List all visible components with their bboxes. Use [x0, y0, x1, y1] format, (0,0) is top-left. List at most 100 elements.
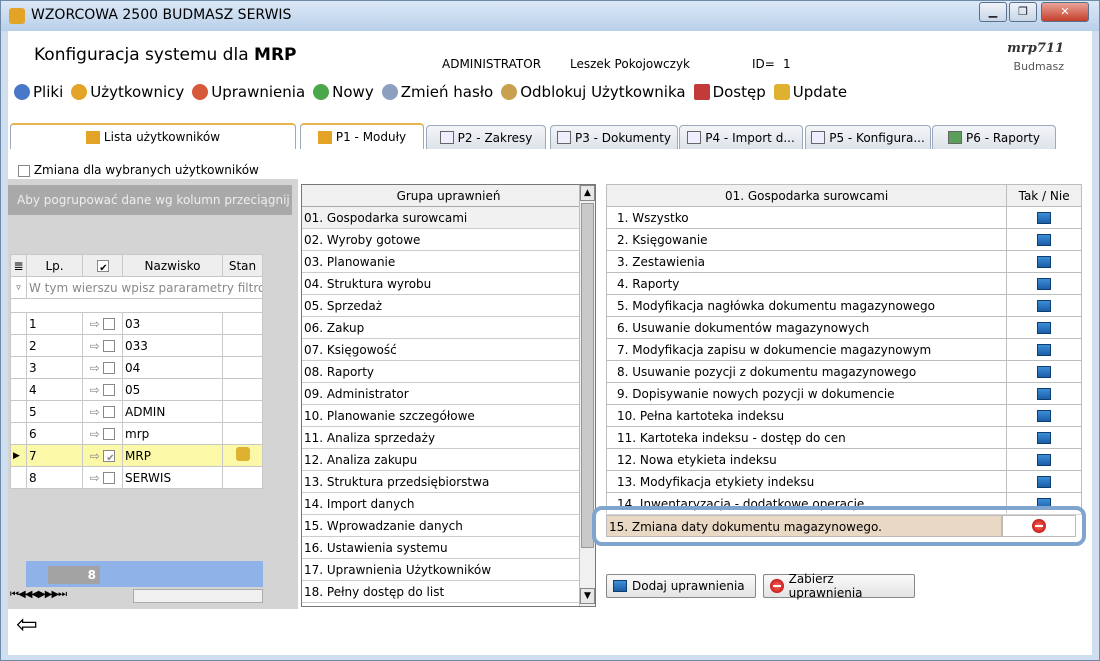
- row-checkbox[interactable]: [103, 428, 116, 440]
- maximize-button[interactable]: ❐: [1009, 2, 1037, 22]
- tab-p6-reports[interactable]: P6 - Raporty: [932, 125, 1056, 149]
- add-permissions-button[interactable]: Dodaj uprawnienia: [606, 574, 756, 598]
- table-row[interactable]: 4 ⇨ 05: [10, 378, 263, 401]
- back-arrow-icon[interactable]: ⇦: [16, 612, 46, 639]
- row-checkbox[interactable]: [103, 384, 116, 396]
- permission-row[interactable]: 13. Modyfikacja etykiety indeksu: [605, 470, 1082, 493]
- row-check[interactable]: ⇨: [82, 444, 123, 467]
- col-header-check[interactable]: [82, 254, 123, 277]
- tab-p4-import[interactable]: P4 - Import d...: [679, 125, 803, 149]
- row-checkbox[interactable]: [103, 472, 116, 484]
- table-row[interactable]: 3 ⇨ 04: [10, 356, 263, 379]
- row-check[interactable]: ⇨: [82, 422, 123, 445]
- tab-p1-modules[interactable]: P1 - Moduły: [300, 123, 424, 149]
- tab-p5-config[interactable]: P5 - Konfigura...: [805, 125, 931, 149]
- row-check[interactable]: ⇨: [82, 466, 123, 489]
- table-row-selected[interactable]: ▶7⇨ MRP: [10, 444, 263, 467]
- tab-user-list[interactable]: Lista użytkowników: [10, 123, 296, 149]
- select-all-checkbox[interactable]: [96, 260, 109, 272]
- group-item[interactable]: 09. Administrator: [302, 383, 595, 405]
- group-item[interactable]: 03. Planowanie: [302, 251, 595, 273]
- group-item[interactable]: 18. Pełny dostęp do list: [302, 581, 595, 603]
- permission-flag[interactable]: [1006, 250, 1082, 273]
- minimize-button[interactable]: ▁: [979, 2, 1007, 22]
- permission-row[interactable]: 5. Modyfikacja nagłówka dokumentu magazy…: [605, 294, 1082, 317]
- permission-flag[interactable]: [1006, 382, 1082, 405]
- menu-uzytkownicy[interactable]: Użytkownicy: [69, 81, 186, 103]
- group-item[interactable]: 13. Struktura przedsiębiorstwa: [302, 471, 595, 493]
- group-item[interactable]: 16. Ustawienia systemu: [302, 537, 595, 559]
- permission-row[interactable]: 4. Raporty: [605, 272, 1082, 295]
- table-row[interactable]: 2 ⇨ 033: [10, 334, 263, 357]
- menu-uprawnienia[interactable]: Uprawnienia: [190, 81, 307, 103]
- group-item[interactable]: 15. Wprowadzanie danych: [302, 515, 595, 537]
- group-item[interactable]: 04. Struktura wyrobu: [302, 273, 595, 295]
- col-header-lp[interactable]: Lp.: [26, 254, 83, 277]
- row-check[interactable]: ⇨: [82, 400, 123, 423]
- col-header-name[interactable]: Nazwisko: [122, 254, 223, 277]
- permission-flag[interactable]: [1006, 206, 1082, 229]
- scroll-up-icon[interactable]: ▲: [580, 185, 595, 201]
- remove-permissions-button[interactable]: Zabierz uprawnienia: [763, 572, 915, 600]
- group-item[interactable]: 08. Raporty: [302, 361, 595, 383]
- menu-dostep[interactable]: Dostęp: [692, 81, 768, 103]
- row-check[interactable]: ⇨: [82, 356, 123, 379]
- permission-row[interactable]: 7. Modyfikacja zapisu w dokumencie magaz…: [605, 338, 1082, 361]
- permission-flag[interactable]: [1006, 272, 1082, 295]
- menu-update[interactable]: Update: [772, 81, 849, 103]
- tab-p3-documents[interactable]: P3 - Dokumenty: [550, 125, 678, 149]
- group-item[interactable]: 01. Gospodarka surowcami: [302, 207, 595, 229]
- permission-row-highlighted[interactable]: 15. Zmiana daty dokumentu magazynowego.: [606, 515, 1082, 537]
- permission-flag[interactable]: [1006, 316, 1082, 339]
- permission-flag[interactable]: [1006, 294, 1082, 317]
- permission-flag[interactable]: [1006, 338, 1082, 361]
- permission-flag[interactable]: [1006, 360, 1082, 383]
- table-row[interactable]: 6 ⇨ mrp: [10, 422, 263, 445]
- permission-flag[interactable]: [1006, 470, 1082, 493]
- scroll-thumb[interactable]: [581, 203, 594, 548]
- row-checkbox[interactable]: [103, 362, 116, 374]
- permission-flag[interactable]: [1006, 426, 1082, 449]
- group-item[interactable]: 14. Import danych: [302, 493, 595, 515]
- group-item[interactable]: 05. Sprzedaż: [302, 295, 595, 317]
- permission-row[interactable]: 12. Nowa etykieta indeksu: [605, 448, 1082, 471]
- menu-pliki[interactable]: Pliki: [12, 81, 65, 103]
- row-check[interactable]: ⇨: [82, 378, 123, 401]
- col-header-state[interactable]: Stan: [222, 254, 263, 277]
- permission-row[interactable]: 9. Dopisywanie nowych pozycji w dokumenc…: [605, 382, 1082, 405]
- permission-row[interactable]: 8. Usuwanie pozycji z dokumentu magazyno…: [605, 360, 1082, 383]
- scroll-down-icon[interactable]: ▼: [580, 588, 595, 604]
- close-button[interactable]: ✕: [1041, 2, 1089, 22]
- row-checkbox[interactable]: [103, 406, 116, 418]
- horizontal-scrollbar[interactable]: [133, 589, 263, 603]
- row-check[interactable]: ⇨: [82, 312, 123, 335]
- row-checkbox[interactable]: [103, 450, 116, 462]
- permission-row[interactable]: 2. Księgowanie: [605, 228, 1082, 251]
- permission-row[interactable]: 11. Kartoteka indeksu - dostęp do cen: [605, 426, 1082, 449]
- permission-flag[interactable]: [1006, 228, 1082, 251]
- filter-row-hint[interactable]: W tym wierszu wpisz pararametry filtrow: [26, 276, 263, 299]
- table-row[interactable]: 8 ⇨ SERWIS: [10, 466, 263, 489]
- menu-nowy[interactable]: Nowy: [311, 81, 376, 103]
- permission-row[interactable]: 6. Usuwanie dokumentów magazynowych: [605, 316, 1082, 339]
- group-item[interactable]: 10. Planowanie szczegółowe: [302, 405, 595, 427]
- table-row[interactable]: 5 ⇨ ADMIN: [10, 400, 263, 423]
- selected-users-option[interactable]: Zmiana dla wybranych użytkowników: [18, 163, 259, 177]
- group-item[interactable]: 07. Księgowość: [302, 339, 595, 361]
- selected-users-checkbox[interactable]: [18, 164, 30, 177]
- group-item[interactable]: 17. Uprawnienia Użytkowników: [302, 559, 595, 581]
- group-item[interactable]: 11. Analiza sprzedaży: [302, 427, 595, 449]
- row-checkbox[interactable]: [103, 318, 116, 330]
- permission-row[interactable]: 10. Pełna kartoteka indeksu: [605, 404, 1082, 427]
- column-chooser-icon[interactable]: ≣: [10, 254, 27, 277]
- group-item[interactable]: 02. Wyroby gotowe: [302, 229, 595, 251]
- group-item[interactable]: 06. Zakup: [302, 317, 595, 339]
- row-check[interactable]: ⇨: [82, 334, 123, 357]
- menu-zmien-haslo[interactable]: Zmień hasło: [380, 81, 496, 103]
- group-item[interactable]: 12. Analiza zakupu: [302, 449, 595, 471]
- record-navigator[interactable]: ⏮◀◀◀▶▶▶⏭: [10, 589, 67, 600]
- permission-row[interactable]: 3. Zestawienia: [605, 250, 1082, 273]
- row-checkbox[interactable]: [103, 340, 116, 352]
- tab-p2-ranges[interactable]: P2 - Zakresy: [426, 125, 546, 149]
- table-row[interactable]: 1 ⇨ 03: [10, 312, 263, 335]
